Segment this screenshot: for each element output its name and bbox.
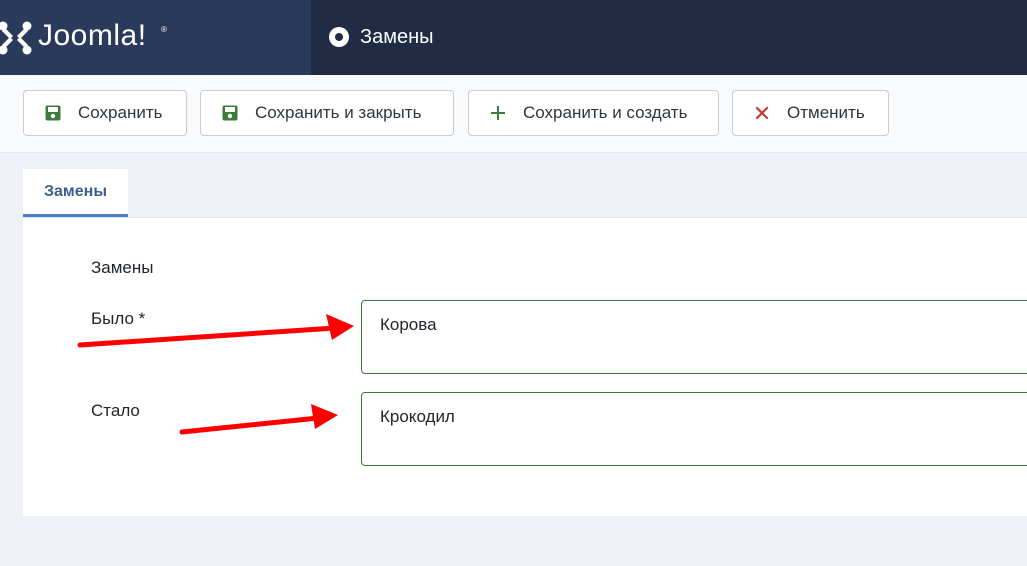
radio-dot-icon: [329, 27, 349, 47]
floppy-disk-icon: [221, 104, 239, 122]
page-title: Замены: [360, 25, 434, 48]
cancel-button-label: Отменить: [787, 103, 865, 122]
tab-replacements[interactable]: Замены: [23, 169, 128, 217]
save-close-button-label: Сохранить и закрыть: [255, 103, 422, 122]
joomla-icon: [0, 21, 32, 55]
fieldset-legend: Замены: [91, 258, 154, 277]
logo-text: Joomla!: [38, 19, 147, 52]
save-new-button[interactable]: Сохранить и создать: [468, 90, 719, 136]
now-field[interactable]: Крокодил: [361, 392, 1027, 466]
cancel-button[interactable]: Отменить: [732, 90, 889, 136]
save-button-label: Сохранить: [78, 103, 163, 122]
save-close-button[interactable]: Сохранить и закрыть: [200, 90, 454, 136]
floppy-disk-icon: [44, 104, 62, 122]
logo-registered-mark: ®: [161, 25, 167, 34]
close-icon: [753, 104, 771, 122]
save-new-button-label: Сохранить и создать: [523, 103, 688, 122]
field-label-now: Стало: [91, 401, 140, 420]
save-button[interactable]: Сохранить: [23, 90, 187, 136]
form-panel: Замены Было * Корова Стало Крокодил: [23, 217, 1027, 516]
plus-icon: [489, 104, 507, 122]
joomla-logo[interactable]: Joomla! ®: [0, 0, 311, 75]
field-label-was: Было *: [91, 309, 146, 328]
app-header: Joomla! ® Замены: [0, 0, 1027, 75]
toolbar: Сохранить Сохранить и закрыть Сохранить …: [0, 75, 1027, 153]
page-title-area: Замены: [329, 24, 434, 50]
was-field[interactable]: Корова: [361, 300, 1027, 374]
